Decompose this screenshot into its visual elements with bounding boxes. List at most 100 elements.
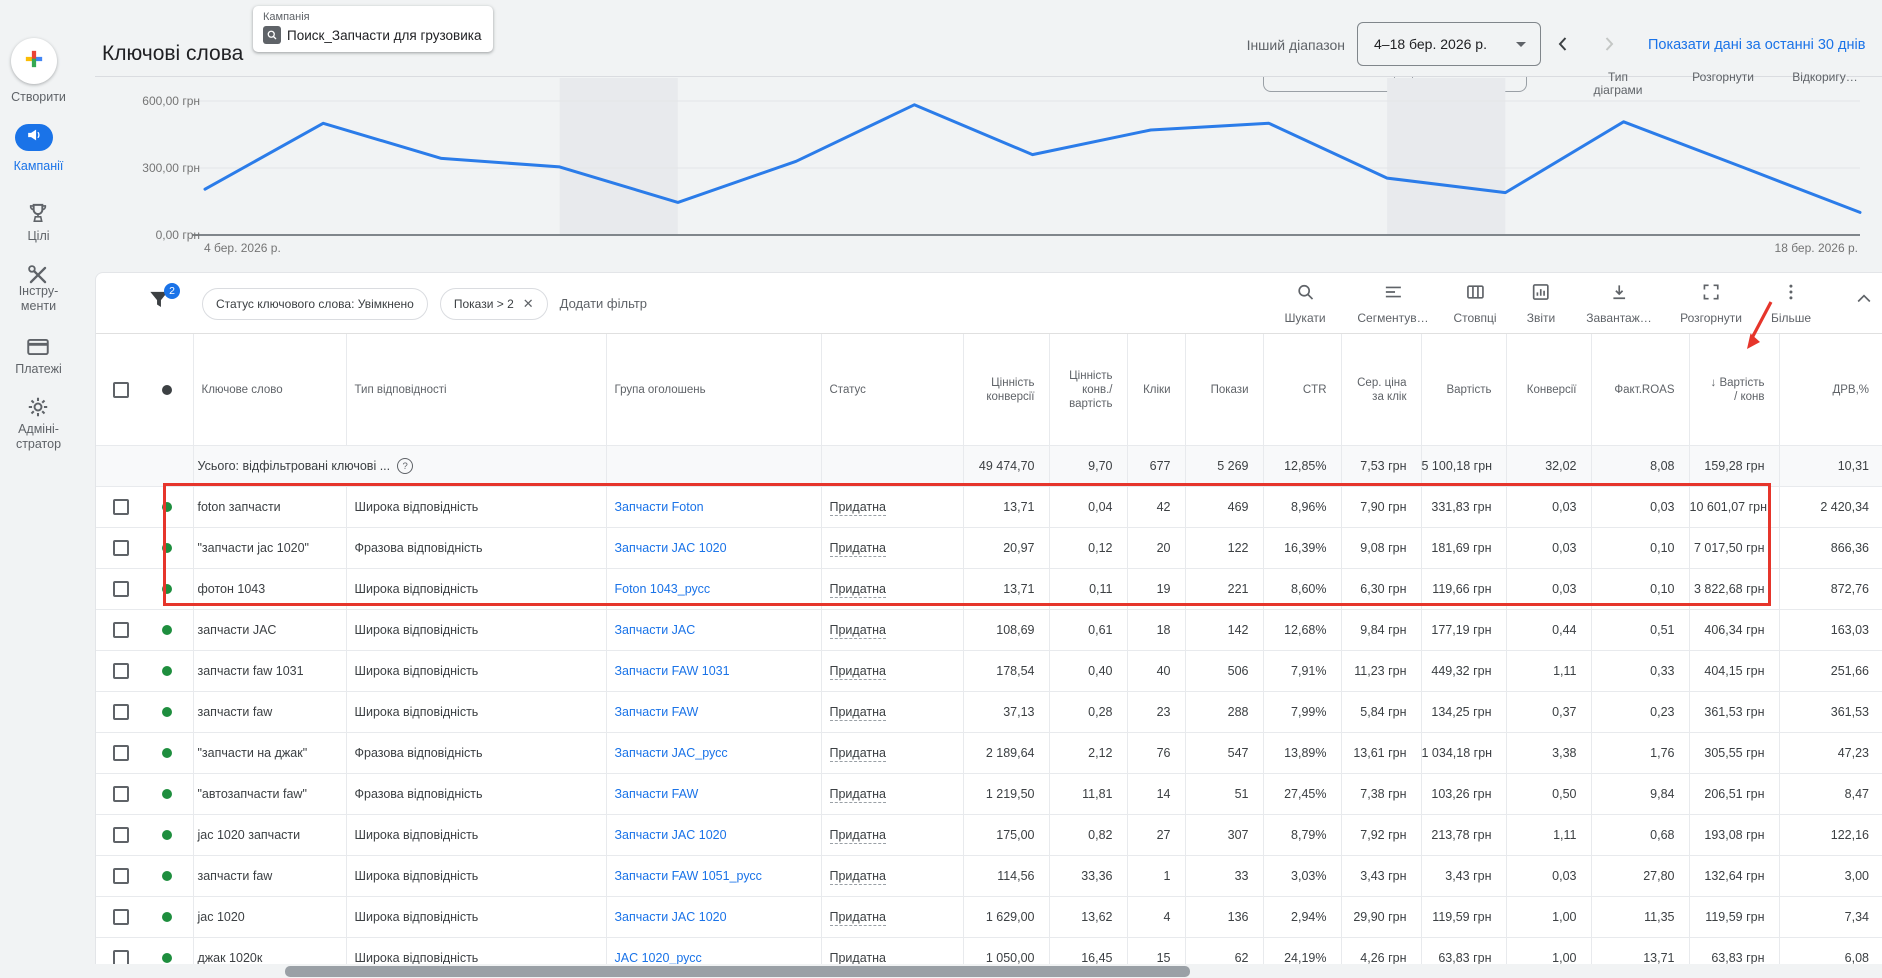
next-range-button[interactable]	[1600, 35, 1618, 53]
keyword-text: запчасти faw 1031	[198, 664, 304, 678]
column-header-search-lost-is[interactable]: ДРВ,%	[1779, 334, 1882, 446]
ad-group-link[interactable]: Запчасти JAC	[615, 623, 696, 637]
ad-group-link[interactable]: JAC 1020_русс	[615, 951, 702, 965]
column-header-conv-value-per-cost[interactable]: Цінність конв./ вартість	[1049, 334, 1127, 446]
status-text[interactable]: Придатна	[830, 705, 886, 721]
keyword-row: jac 1020 запчастиШирока відповідністьЗап…	[96, 815, 1882, 856]
sidebar-label-campaigns[interactable]: Кампанії	[0, 159, 77, 174]
column-header-avg-cpc[interactable]: Сер. ціна за клік	[1341, 334, 1421, 446]
totals-cost-per-conv: 159,28 грн	[1689, 446, 1779, 487]
toolbar-reports-button[interactable]: Звіти	[1527, 282, 1556, 325]
toolbar-search-button[interactable]: Шукати	[1284, 282, 1325, 325]
sidebar-label-tools[interactable]: Інстру- менти	[0, 284, 77, 314]
card-icon[interactable]	[25, 334, 51, 360]
column-header-impressions[interactable]: Покази	[1185, 334, 1263, 446]
status-text[interactable]: Придатна	[830, 787, 886, 803]
column-header-match-type[interactable]: Тип відповідності	[346, 334, 606, 446]
cell-clicks: 42	[1127, 487, 1185, 528]
column-header-conversions[interactable]: Конверсії	[1506, 334, 1591, 446]
toolbar-expand-button[interactable]: Розгорнути	[1680, 282, 1742, 325]
ad-group-link[interactable]: Запчасти Foton	[615, 500, 704, 514]
collapse-chevron-icon[interactable]	[1854, 289, 1874, 309]
status-text[interactable]: Придатна	[830, 623, 886, 639]
row-checkbox[interactable]	[113, 704, 129, 720]
match-type-text: Широка відповідність	[355, 869, 479, 883]
cell-roas: 1,76	[1591, 733, 1689, 774]
close-icon[interactable]: ✕	[523, 296, 534, 312]
status-text[interactable]: Придатна	[830, 500, 886, 516]
ad-group-link[interactable]: Запчасти JAC_русс	[615, 746, 728, 760]
row-checkbox[interactable]	[113, 540, 129, 556]
add-filter-button[interactable]: Додати фільтр	[560, 289, 647, 319]
status-text[interactable]: Придатна	[830, 541, 886, 557]
sidebar-label-goals[interactable]: Цілі	[0, 229, 77, 244]
totals-impressions: 5 269	[1185, 446, 1263, 487]
cell-conv-value-per-cost: 13,62	[1049, 897, 1127, 938]
horizontal-scrollbar-thumb[interactable]	[285, 966, 1190, 977]
trophy-icon[interactable]	[25, 200, 51, 226]
column-header-roas[interactable]: Факт.ROAS	[1591, 334, 1689, 446]
row-checkbox[interactable]	[113, 909, 129, 925]
ad-group-link[interactable]: Запчасти FAW 1051_русс	[615, 869, 762, 883]
ad-group-link[interactable]: Foton 1043_русс	[615, 582, 711, 596]
cell-conv-value: 114,56	[963, 856, 1049, 897]
row-checkbox[interactable]	[113, 868, 129, 884]
column-header-ad-group[interactable]: Група оголошень	[606, 334, 821, 446]
toolbar-columns-button[interactable]: Стовпці	[1453, 282, 1496, 325]
toolbar-download-button[interactable]: Завантаж…	[1586, 282, 1652, 325]
status-text[interactable]: Придатна	[830, 828, 886, 844]
row-checkbox[interactable]	[113, 499, 129, 515]
sidebar-label-admin[interactable]: Адміні- стратор	[0, 422, 77, 452]
filter-chips-row: Статус ключового слова: Увімкнено Покази …	[202, 288, 647, 320]
cell-conv-value-per-cost: 11,81	[1049, 774, 1127, 815]
filter-chip[interactable]: Статус ключового слова: Увімкнено	[202, 288, 428, 320]
reports-icon	[1531, 282, 1551, 307]
gear-icon[interactable]	[25, 394, 51, 420]
filter-chip-label: Статус ключового слова: Увімкнено	[216, 297, 414, 311]
column-header-cost[interactable]: Вартість	[1421, 334, 1506, 446]
ad-group-link[interactable]: Запчасти JAC 1020	[615, 828, 727, 842]
column-header-clicks[interactable]: Кліки	[1127, 334, 1185, 446]
prev-range-button[interactable]	[1554, 35, 1572, 53]
column-header-keyword[interactable]: Ключове слово	[193, 334, 346, 446]
status-text[interactable]: Придатна	[830, 746, 886, 762]
cell-conversions: 0,03	[1506, 856, 1591, 897]
select-all-checkbox[interactable]	[113, 382, 129, 398]
status-text[interactable]: Придатна	[830, 664, 886, 680]
column-header-status[interactable]: Статус	[821, 334, 963, 446]
ad-group-link[interactable]: Запчасти FAW	[615, 705, 699, 719]
column-header-ctr[interactable]: CTR	[1263, 334, 1341, 446]
row-checkbox[interactable]	[113, 581, 129, 597]
ad-group-link[interactable]: Запчасти JAC 1020	[615, 910, 727, 924]
show-last-30-days-link[interactable]: Показати дані за останні 30 днів	[1648, 37, 1865, 53]
cell-roas: 0,51	[1591, 610, 1689, 651]
cell-impressions: 33	[1185, 856, 1263, 897]
ad-group-link[interactable]: Запчасти JAC 1020	[615, 541, 727, 555]
sidebar-item-campaigns[interactable]	[15, 124, 53, 151]
row-checkbox[interactable]	[113, 663, 129, 679]
ad-group-link[interactable]: Запчасти FAW 1031	[615, 664, 730, 678]
toolbar-label: Сегментув…	[1357, 311, 1428, 325]
cell-conv-value-per-cost: 33,36	[1049, 856, 1127, 897]
row-checkbox[interactable]	[113, 745, 129, 761]
totals-avg-cpc: 7,53 грн	[1341, 446, 1421, 487]
sidebar-label-payments[interactable]: Платежі	[0, 362, 77, 377]
column-header-conv-value[interactable]: Цінність конверсії	[963, 334, 1049, 446]
status-text[interactable]: Придатна	[830, 582, 886, 598]
filter-funnel-button[interactable]: 2	[146, 287, 180, 319]
status-text[interactable]: Придатна	[830, 910, 886, 926]
status-text[interactable]: Придатна	[830, 869, 886, 885]
create-button[interactable]	[11, 38, 57, 84]
row-checkbox[interactable]	[113, 786, 129, 802]
ad-group-link[interactable]: Запчасти FAW	[615, 787, 699, 801]
help-icon[interactable]: ?	[397, 458, 413, 474]
toolbar-segment-button[interactable]: Сегментув…	[1357, 282, 1428, 325]
date-range-picker[interactable]: 4–18 бер. 2026 р.	[1357, 22, 1541, 66]
row-checkbox[interactable]	[113, 827, 129, 843]
row-checkbox[interactable]	[113, 622, 129, 638]
keyword-text: foton запчасти	[198, 500, 281, 514]
filter-chip[interactable]: Покази > 2✕	[440, 288, 548, 320]
cell-impressions: 122	[1185, 528, 1263, 569]
performance-line-chart[interactable]	[95, 72, 1882, 240]
campaign-scope-chip[interactable]: Кампанія Поиск_Запчасти для грузовика	[253, 6, 493, 52]
